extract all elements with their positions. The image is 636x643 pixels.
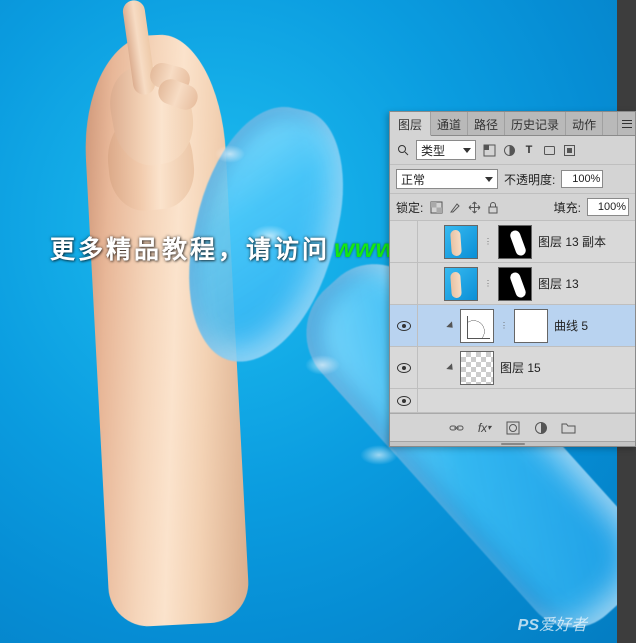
tab-layers[interactable]: 图层 <box>390 112 431 136</box>
panel-footer: fx▾ <box>390 413 635 441</box>
layers-panel: 图层 通道 路径 历史记录 动作 类型 T 正常 不透明度: <box>389 111 636 447</box>
filter-smart-icon[interactable] <box>562 143 576 157</box>
lock-transparency-icon[interactable] <box>429 200 443 214</box>
blend-mode-value: 正常 <box>401 171 425 188</box>
opacity-input[interactable]: 100% <box>561 170 603 188</box>
layer-thumbnail[interactable] <box>444 225 478 259</box>
layer-row[interactable]: ⋮ 图层 13 副本 <box>390 221 635 263</box>
clip-arrow-icon <box>444 363 454 373</box>
new-adjustment-icon[interactable] <box>533 420 549 436</box>
mask-link-icon[interactable]: ⋮ <box>484 279 492 288</box>
eye-icon <box>397 396 411 406</box>
hamburger-icon <box>622 120 632 128</box>
caret-down-icon <box>485 177 493 182</box>
filter-row: 类型 T <box>390 136 635 165</box>
lock-label: 锁定: <box>396 199 423 216</box>
filter-adjust-icon[interactable] <box>502 143 516 157</box>
fill-input[interactable]: 100% <box>587 198 629 216</box>
opacity-label: 不透明度: <box>504 171 555 188</box>
mask-thumbnail[interactable] <box>514 309 548 343</box>
mask-thumbnail[interactable] <box>498 267 532 301</box>
layer-list: ⋮ 图层 13 副本 ⋮ 图层 13 ⋮ 曲线 <box>390 221 635 413</box>
new-group-icon[interactable] <box>561 420 577 436</box>
filter-shape-icon[interactable] <box>542 143 556 157</box>
kind-select[interactable]: 类型 <box>416 140 476 160</box>
lock-row: 锁定: 填充: 100% <box>390 194 635 221</box>
visibility-toggle[interactable] <box>390 221 418 262</box>
panel-tabs: 图层 通道 路径 历史记录 动作 <box>390 112 635 136</box>
lock-all-icon[interactable] <box>486 200 500 214</box>
filter-pixel-icon[interactable] <box>482 143 496 157</box>
mask-thumbnail[interactable] <box>498 225 532 259</box>
adjustment-thumbnail[interactable] <box>460 309 494 343</box>
layer-row-partial[interactable] <box>390 389 635 413</box>
layer-row[interactable]: ⋮ 曲线 5 <box>390 305 635 347</box>
layer-row[interactable]: 图层 15 <box>390 347 635 389</box>
eye-icon <box>397 321 411 331</box>
clip-arrow-icon <box>444 321 454 331</box>
filter-type-icon[interactable]: T <box>522 143 536 157</box>
blend-mode-select[interactable]: 正常 <box>396 169 498 189</box>
lock-position-icon[interactable] <box>467 200 481 214</box>
tab-paths[interactable]: 路径 <box>468 112 505 135</box>
layer-style-icon[interactable]: fx▾ <box>477 420 493 436</box>
eye-icon <box>397 363 411 373</box>
layer-thumbnail[interactable] <box>460 351 494 385</box>
lock-paint-icon[interactable] <box>448 200 462 214</box>
promo-text-cn: 更多精品教程，请访问 <box>50 230 330 266</box>
layer-name-label[interactable]: 图层 13 <box>538 275 579 292</box>
filter-kind-icon <box>396 143 410 157</box>
kind-select-label: 类型 <box>421 142 445 159</box>
tab-history[interactable]: 历史记录 <box>505 112 566 135</box>
visibility-toggle[interactable] <box>390 347 418 388</box>
caret-down-icon <box>463 148 471 153</box>
hand-image <box>90 10 205 170</box>
layer-name-label[interactable]: 曲线 5 <box>554 317 588 334</box>
panel-resize-grip[interactable] <box>390 441 635 446</box>
mask-link-icon[interactable]: ⋮ <box>484 237 492 246</box>
layer-name-label[interactable]: 图层 15 <box>500 359 541 376</box>
layer-row[interactable]: ⋮ 图层 13 <box>390 263 635 305</box>
add-mask-icon[interactable] <box>505 420 521 436</box>
fill-label: 填充: <box>554 199 581 216</box>
visibility-toggle[interactable] <box>390 305 418 346</box>
tab-channels[interactable]: 通道 <box>431 112 468 135</box>
visibility-toggle[interactable] <box>390 389 418 413</box>
link-layers-icon[interactable] <box>449 420 465 436</box>
visibility-toggle[interactable] <box>390 263 418 304</box>
layer-thumbnail[interactable] <box>444 267 478 301</box>
blend-row: 正常 不透明度: 100% <box>390 165 635 194</box>
panel-menu-button[interactable] <box>617 112 635 135</box>
tab-actions[interactable]: 动作 <box>566 112 603 135</box>
mask-link-icon[interactable]: ⋮ <box>500 321 508 330</box>
watermark: PS爱好者 <box>518 611 587 635</box>
layer-name-label[interactable]: 图层 13 副本 <box>538 233 606 250</box>
